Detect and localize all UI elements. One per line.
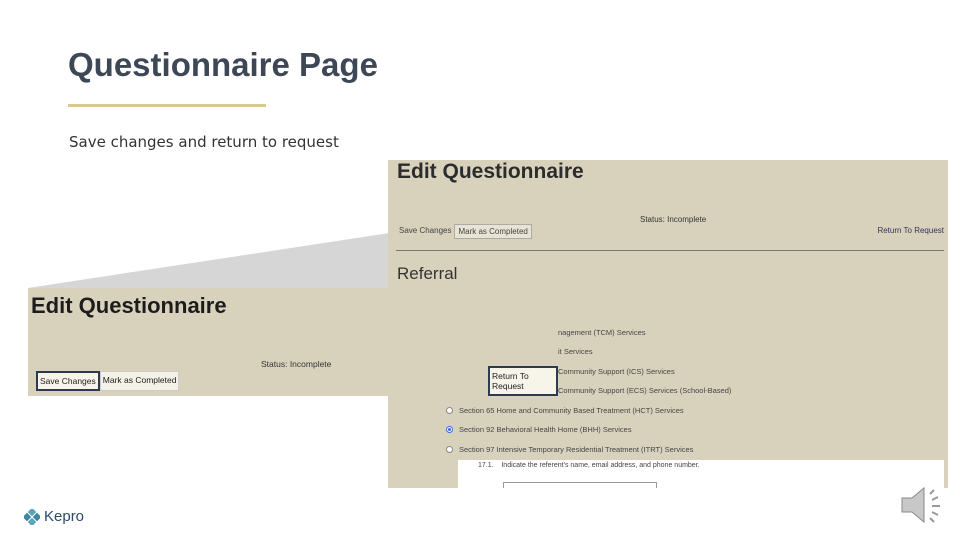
partial-option-3: Community Support (ICS) Services [558,367,675,376]
radio-option-section-92[interactable]: Section 92 Behavioral Health Home (BHH) … [446,425,632,434]
slide-subtitle: Save changes and return to request [69,133,339,151]
question-number: 17.1. [478,462,494,469]
question-text: 17.1. Indicate the referent's name, emai… [478,462,700,469]
question-box: 17.1. Indicate the referent's name, emai… [458,460,944,488]
inset-status: Status: Incomplete [261,359,332,369]
inset-button-row: Save Changes Mark as Completed [36,371,180,391]
question-prompt: Indicate the referent's name, email addr… [501,462,700,469]
partial-option-4: Community Support (ECS) Services (School… [558,386,732,395]
screenshot-button-row: Save Changes Mark as Completed [396,224,532,239]
radio-button[interactable] [446,407,453,414]
radio-label: Section 65 Home and Community Based Trea… [459,406,684,415]
radio-label: Section 97 Intensive Temporary Residenti… [459,445,694,454]
radio-button[interactable] [446,446,453,453]
save-changes-button[interactable]: Save Changes [396,224,454,239]
speaker-icon[interactable] [898,480,948,530]
screenshot-status: Status: Incomplete [640,215,707,224]
partial-option-1: nagement (TCM) Services [558,328,646,337]
inset-return-to-request-button[interactable]: Return To Request [488,366,558,396]
mark-completed-button[interactable]: Mark as Completed [454,224,532,239]
radio-option-section-65[interactable]: Section 65 Home and Community Based Trea… [446,406,684,415]
return-to-request-link[interactable]: Return To Request [877,226,944,235]
inset-title: Edit Questionnaire [31,293,227,318]
kepro-logo: Kepro [24,508,84,525]
inset-save-changes-button[interactable]: Save Changes [36,371,100,391]
inset-mark-completed-button[interactable]: Mark as Completed [99,371,180,391]
screenshot-title: Edit Questionnaire [397,160,584,183]
logo-text: Kepro [44,508,85,525]
radio-option-section-97[interactable]: Section 97 Intensive Temporary Residenti… [446,445,693,454]
radio-label: Section 92 Behavioral Health Home (BHH) … [459,425,632,434]
zoomed-toolbar-inset: Edit Questionnaire Status: Incomplete Sa… [28,288,558,396]
section-heading: Referral [397,264,458,283]
divider [396,250,944,251]
referent-input[interactable] [503,482,657,488]
kepro-logo-icon [24,508,40,525]
slide-title: Questionnaire Page [68,46,378,83]
partial-option-2: it Services [558,347,593,356]
radio-button-selected[interactable] [446,426,453,433]
title-underline [68,104,266,107]
